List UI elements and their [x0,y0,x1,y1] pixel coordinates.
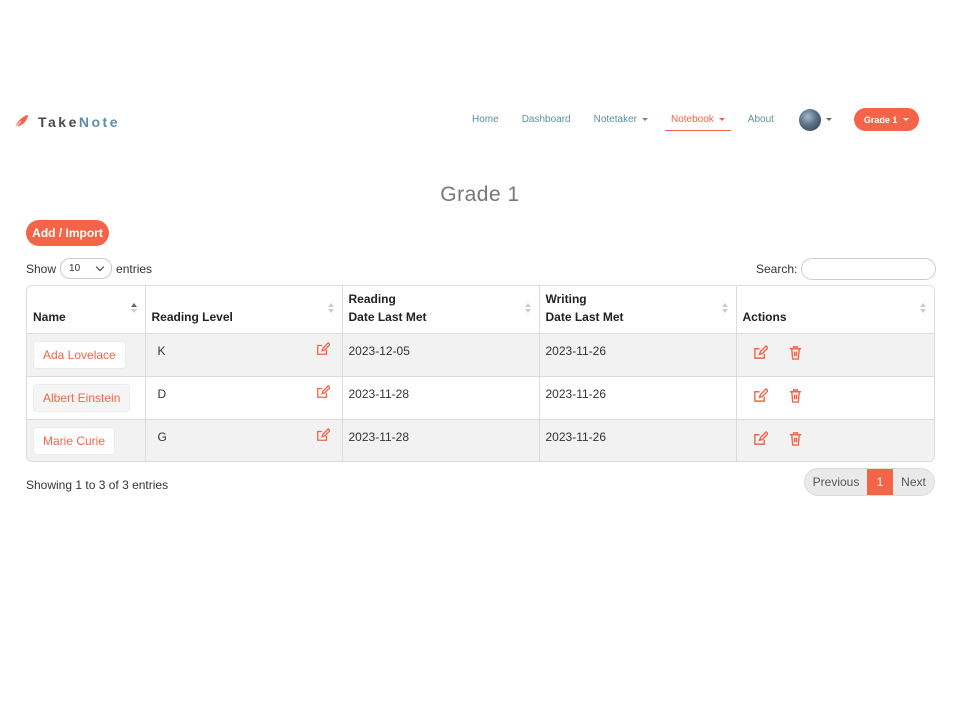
search-control: Search: [756,258,937,280]
header-name-label: Name [33,309,66,324]
search-label: Search: [756,262,798,276]
trash-icon[interactable] [788,345,803,360]
caret-down-icon [903,118,910,121]
name-cell: Ada Lovelace [27,332,146,376]
reading-date-value: 2023-11-28 [348,429,410,444]
nav-notebook-dropdown[interactable]: Notebook [664,108,731,131]
column-header-name[interactable]: Name [27,286,146,333]
nav-home[interactable]: Home [466,108,505,131]
chevron-down-icon [95,262,105,272]
sort-icon [721,303,728,313]
column-header-writing-date[interactable]: Writing Date Last Met [539,286,737,333]
reading-level-value: D [157,386,167,401]
search-input[interactable] [801,258,937,280]
edit-icon[interactable] [753,387,768,403]
reading-level-value: K [157,343,166,358]
caret-down-icon [825,118,832,121]
column-header-actions[interactable]: Actions [736,286,934,333]
reading-level-cell: D [145,375,343,419]
name-cell: Albert Einstein [27,375,146,419]
page-title: Grade 1 [440,183,520,206]
table-info: Showing 1 to 3 of 3 entries [26,478,169,492]
edit-icon[interactable] [753,430,768,446]
student-name-button[interactable]: Albert Einstein [33,383,131,412]
nav-notetaker-dropdown[interactable]: Notetaker [588,108,654,131]
user-menu[interactable] [798,108,832,131]
reading-level-cell: G [145,418,343,461]
sort-icon [130,303,137,313]
student-name-button[interactable]: Ada Lovelace [33,340,126,369]
edit-icon[interactable] [316,341,330,356]
add-import-button[interactable]: Add / Import [26,220,109,246]
header-reading-line1: Reading [348,291,396,306]
reading-date-value: 2023-11-28 [348,386,410,401]
sort-icon [920,303,926,313]
actions-cell [736,332,934,376]
edit-icon[interactable] [753,344,768,360]
page-1-button[interactable]: 1 [867,469,893,495]
entries-select[interactable]: 10 [60,258,113,279]
brand-name-note: Note [78,114,120,130]
header-reading-line2: Date Last Met [348,309,427,324]
brand-name-take: Take [38,114,79,130]
main-nav: Home Dashboard Notetaker Notebook About … [466,108,920,131]
writing-date-value: 2023-11-26 [545,343,607,358]
brand-logo[interactable]: TakeNote [12,113,120,131]
nav-home-label: Home [472,114,499,125]
feather-icon [13,114,29,130]
nav-notebook-label: Notebook [670,113,714,125]
nav-about[interactable]: About [742,108,780,131]
brand-name: TakeNote [38,114,120,130]
next-page-button[interactable]: Next [893,469,934,495]
reading-date-value: 2023-12-05 [348,343,410,358]
show-label: Show [26,261,57,276]
writing-date-cell: 2023-11-26 [539,375,737,419]
sort-icon [524,303,531,313]
column-header-reading-level[interactable]: Reading Level [145,286,343,333]
students-table: Name Reading Level Reading Date Last Met … [26,285,935,462]
avatar [798,108,821,131]
nav-notetaker-label: Notetaker [593,114,637,125]
table-row: Albert Einstein D 2023-11-28 2023-11-26 [27,375,934,419]
writing-date-cell: 2023-11-26 [539,332,737,376]
nav-dashboard[interactable]: Dashboard [516,108,577,131]
entries-length-control: Show 10 entries [26,258,152,279]
grade-selector-button[interactable]: Grade 1 [853,108,920,131]
nav-about-label: About [747,114,774,125]
nav-dashboard-label: Dashboard [521,114,571,125]
table-row: Ada Lovelace K 2023-12-05 2023-11-26 [27,332,934,376]
actions-cell [736,375,934,419]
trash-icon[interactable] [788,388,803,403]
name-cell: Marie Curie [27,418,146,461]
entries-label: entries [116,261,153,276]
sort-icon [327,303,334,313]
student-name-button[interactable]: Marie Curie [33,426,116,455]
writing-date-cell: 2023-11-26 [539,418,737,461]
header-writing-line2: Date Last Met [545,309,624,324]
edit-icon[interactable] [316,384,330,399]
reading-date-cell: 2023-12-05 [342,332,540,376]
writing-date-value: 2023-11-26 [545,429,607,444]
caret-down-icon [718,117,725,121]
trash-icon[interactable] [788,431,803,446]
pagination: Previous 1 Next [804,468,935,496]
header-actions-label: Actions [742,309,787,324]
caret-down-icon [641,118,648,121]
header-reading-level-label: Reading Level [151,309,233,324]
reading-date-cell: 2023-11-28 [342,418,540,461]
reading-date-cell: 2023-11-28 [342,375,540,419]
column-header-reading-date[interactable]: Reading Date Last Met [342,286,540,333]
writing-date-value: 2023-11-26 [545,386,607,401]
table-row: Marie Curie G 2023-11-28 2023-11-26 [27,418,934,461]
reading-level-value: G [157,429,167,444]
actions-cell [736,418,934,461]
edit-icon[interactable] [316,427,330,442]
grade-selector-label: Grade 1 [863,114,898,125]
reading-level-cell: K [145,332,343,376]
entries-select-value: 10 [69,263,81,274]
previous-page-button[interactable]: Previous [805,469,867,495]
header-writing-line1: Writing [545,291,587,306]
